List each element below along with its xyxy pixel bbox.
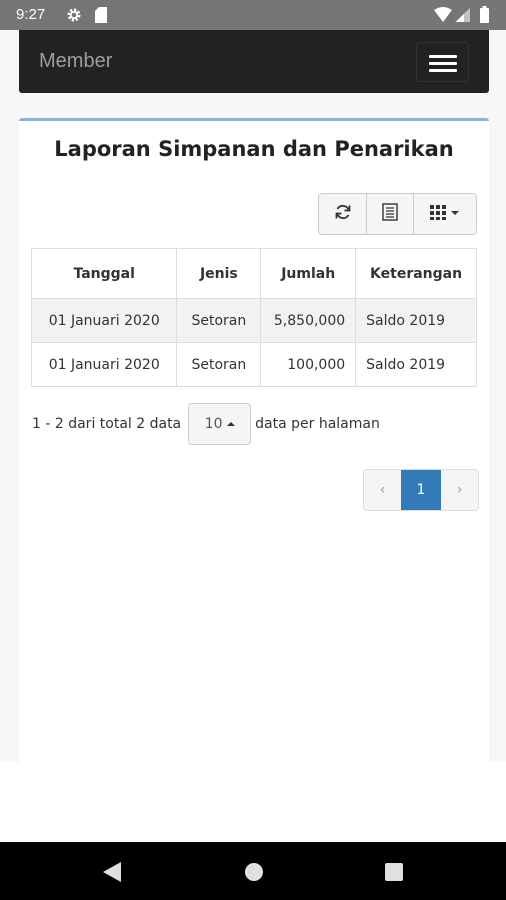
cell-tanggal: 01 Januari 2020 xyxy=(30,298,178,343)
cell-keterangan: Saldo 2019 xyxy=(355,342,477,387)
recents-icon[interactable] xyxy=(385,863,403,886)
column-header-jenis[interactable]: Jenis xyxy=(176,248,262,299)
page-size-dropdown[interactable]: 10 xyxy=(188,403,252,445)
pagination: ‹ 1 › xyxy=(363,469,479,511)
menu-bar xyxy=(429,62,457,65)
app-content: Member Laporan Simpanan dan Penarikan Ta… xyxy=(0,30,506,762)
menu-bar xyxy=(429,69,457,72)
cell-tanggal: 01 Januari 2020 xyxy=(30,342,178,387)
caret-up-icon xyxy=(226,422,235,426)
cell-keterangan: Saldo 2019 xyxy=(355,298,477,343)
cell-jumlah: 100,000 xyxy=(260,342,357,387)
navbar-brand[interactable]: Member xyxy=(39,50,112,73)
page-title: Laporan Simpanan dan Penarikan xyxy=(54,137,454,161)
cell-jenis: Setoran xyxy=(176,342,262,387)
toggle-view-button[interactable] xyxy=(367,194,414,234)
report-table: Tanggal Jenis Jumlah Keterangan 01 Janua… xyxy=(30,248,477,387)
back-icon[interactable] xyxy=(102,861,122,888)
top-navbar: Member xyxy=(19,30,489,93)
table-toolbar xyxy=(318,193,477,235)
columns-icon xyxy=(430,204,460,225)
page-size-value: 10 xyxy=(204,416,223,432)
column-header-jumlah[interactable]: Jumlah xyxy=(260,248,357,299)
hamburger-menu-icon[interactable] xyxy=(416,42,469,82)
columns-button[interactable] xyxy=(414,194,476,234)
wifi-icon xyxy=(434,7,452,27)
pagination-summary: 1 - 2 dari total 2 data xyxy=(32,416,182,432)
sd-card-icon xyxy=(95,7,107,28)
column-header-keterangan[interactable]: Keterangan xyxy=(355,248,477,299)
refresh-button[interactable] xyxy=(319,194,367,234)
table-row: 01 Januari 2020 Setoran 5,850,000 Saldo … xyxy=(30,298,477,343)
table-header-row: Tanggal Jenis Jumlah Keterangan xyxy=(30,248,477,299)
signal-icon xyxy=(455,8,470,27)
cell-jumlah: 5,850,000 xyxy=(260,298,357,343)
table-row: 01 Januari 2020 Setoran 100,000 Saldo 20… xyxy=(30,342,477,387)
column-header-tanggal[interactable]: Tanggal xyxy=(30,248,178,299)
report-panel: Laporan Simpanan dan Penarikan Tanggal J… xyxy=(19,118,489,762)
gear-icon xyxy=(66,7,82,28)
next-page-button[interactable]: › xyxy=(441,470,478,510)
page-1-button[interactable]: 1 xyxy=(401,470,441,510)
status-time: 9:27 xyxy=(16,6,46,23)
app-screen: 9:27 Member Laporan Simpanan dan Penarik… xyxy=(0,0,506,900)
toggle-view-icon xyxy=(382,202,398,226)
pagination-info: 1 - 2 dari total 2 data 10 data per hala… xyxy=(32,403,380,445)
refresh-icon xyxy=(334,203,352,226)
battery-icon xyxy=(480,6,489,28)
cell-jenis: Setoran xyxy=(176,298,262,343)
menu-bar xyxy=(429,55,457,58)
home-icon[interactable] xyxy=(244,862,264,887)
status-bar: 9:27 xyxy=(0,0,506,30)
page-size-label: data per halaman xyxy=(255,416,380,432)
prev-page-button[interactable]: ‹ xyxy=(364,470,401,510)
android-nav-bar xyxy=(0,842,506,900)
